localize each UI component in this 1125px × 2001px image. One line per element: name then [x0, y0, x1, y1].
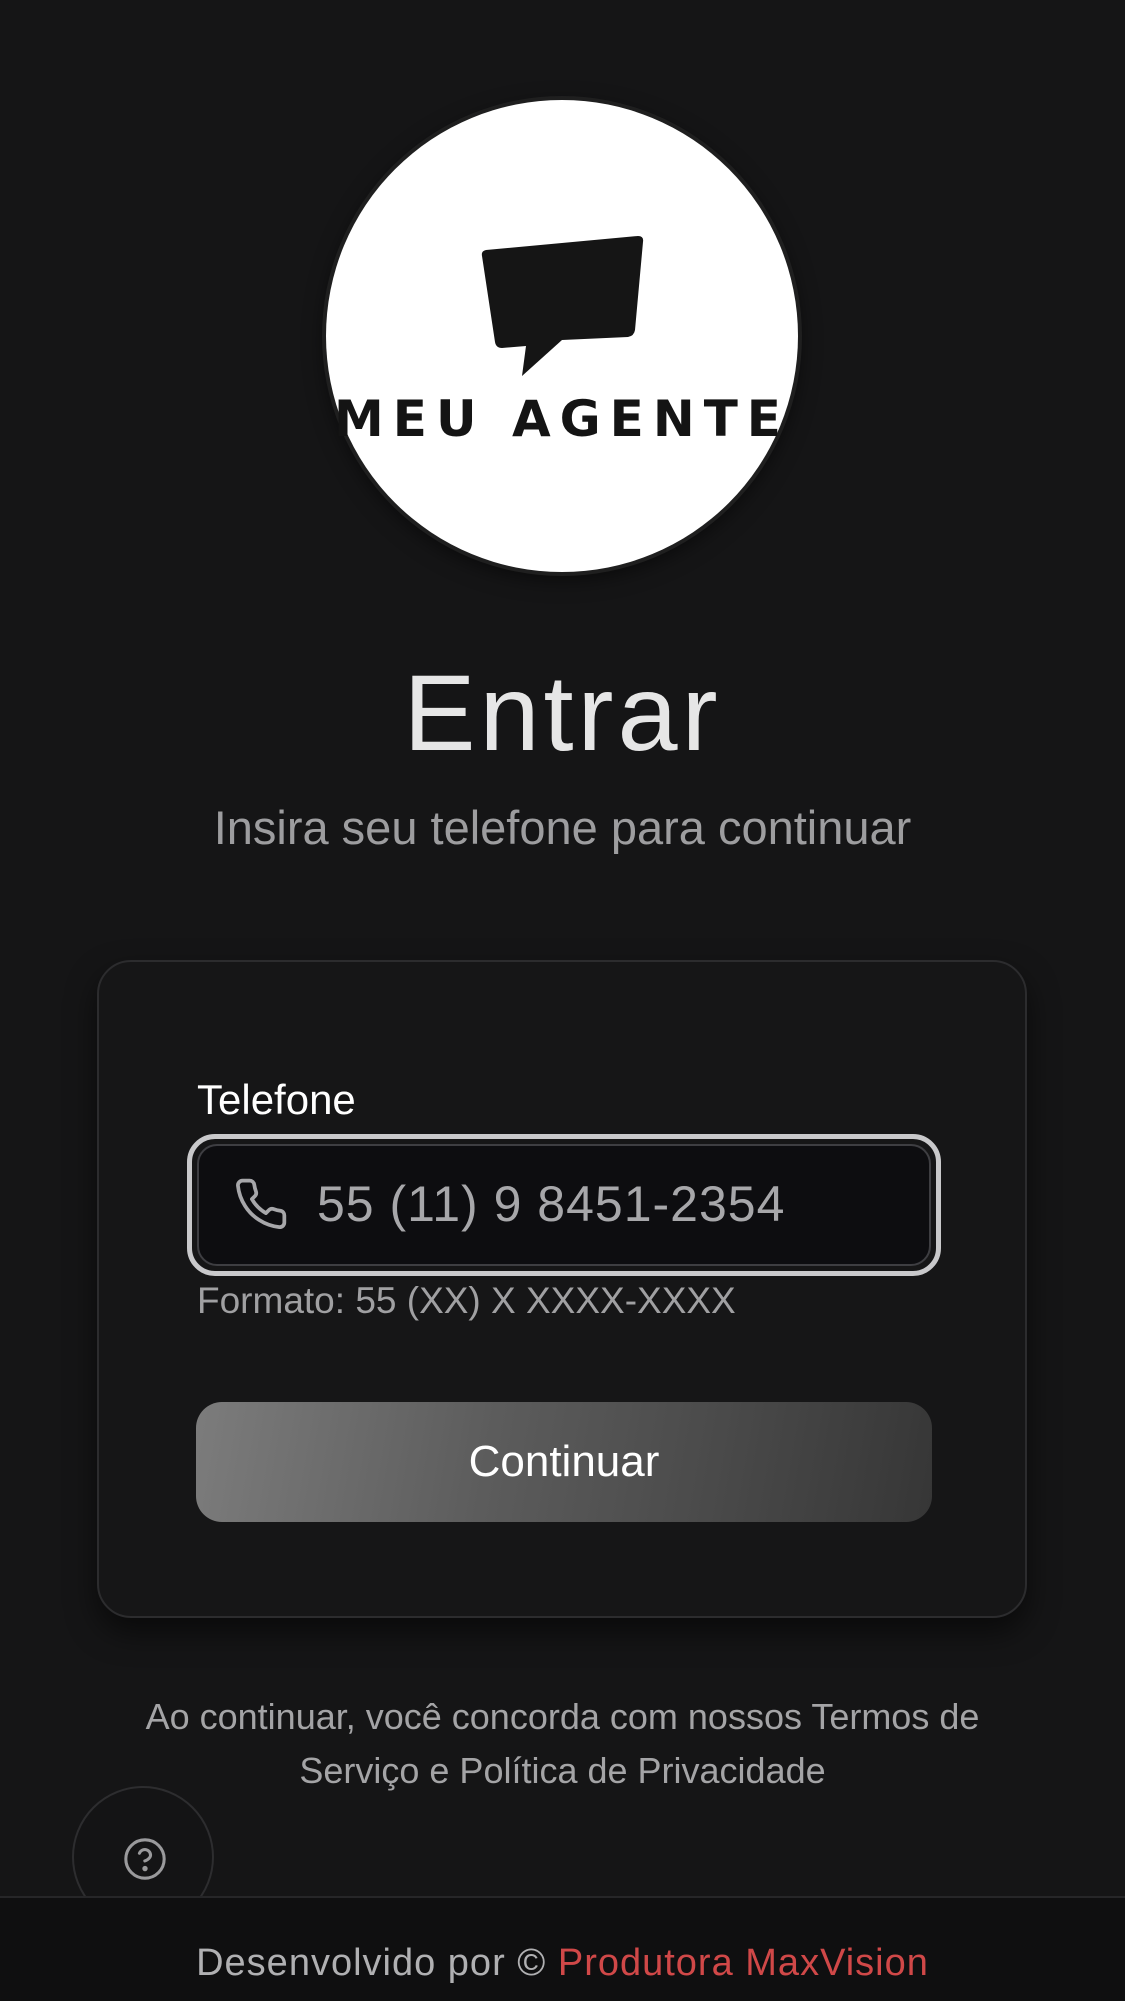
continue-button[interactable]: Continuar	[196, 1402, 932, 1522]
login-card: Telefone 55 (11) 9 8451-2354 Formato: 55…	[97, 960, 1027, 1618]
phone-icon	[236, 1178, 287, 1230]
terms-line-2[interactable]: Serviço e Política de Privacidade	[60, 1744, 1065, 1798]
logo: MEU AGENTE	[326, 100, 798, 572]
help-circle-icon	[124, 1838, 166, 1880]
footer-company-link[interactable]: Produtora MaxVision	[558, 1942, 929, 1984]
phone-value[interactable]: 55 (11) 9 8451-2354	[317, 1146, 785, 1262]
footer-credit: Desenvolvido por © Produtora MaxVision	[0, 1942, 1125, 1985]
terms-line-1: Ao continuar, você concorda com nossos T…	[145, 1696, 980, 1737]
format-hint: Formato: 55 (XX) X XXXX-XXXX	[197, 1280, 736, 1321]
terms-notice: Ao continuar, você concorda com nossos T…	[60, 1690, 1065, 1798]
footer-prefix: Desenvolvido por ©	[196, 1942, 547, 1984]
footer: Desenvolvido por © Produtora MaxVision	[0, 1896, 1125, 2001]
phone-input[interactable]: 55 (11) 9 8451-2354	[197, 1144, 931, 1266]
speech-bubble-icon	[481, 236, 644, 376]
page-subtitle: Insira seu telefone para continuar	[213, 801, 912, 854]
phone-label: Telefone	[197, 1076, 356, 1123]
page-title: Entrar	[403, 652, 722, 773]
phone-field[interactable]: 55 (11) 9 8451-2354	[187, 1134, 941, 1276]
brand-name: MEU AGENTE	[334, 390, 790, 448]
